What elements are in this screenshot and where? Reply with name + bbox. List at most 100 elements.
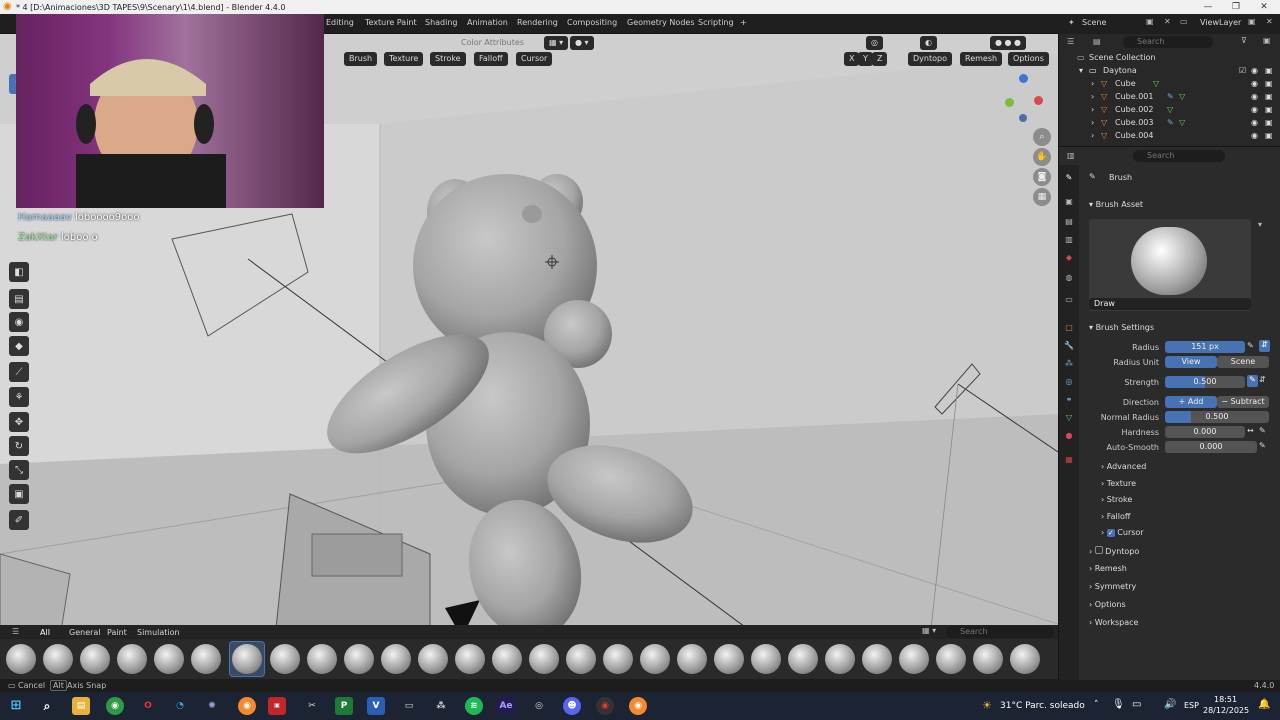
outliner-item-cube-001[interactable]: › ▽ Cube.001 ✎ ▽ ◉ ▣ <box>1059 92 1280 105</box>
rotate-tool-icon[interactable]: ↻ <box>9 436 29 456</box>
weather-text[interactable]: 31°C Parc. soleado <box>1000 701 1085 711</box>
pan-hand-icon[interactable]: ✋ <box>1033 148 1051 166</box>
fill-brush-icon[interactable] <box>344 644 374 674</box>
tab-compositing[interactable]: Compositing <box>567 18 617 27</box>
radius-pressure-toggle-icon[interactable]: ⇵ <box>1259 340 1270 352</box>
texture-tab-icon[interactable]: ▦ <box>1063 455 1075 467</box>
navigation-gizmo[interactable] <box>1000 74 1046 122</box>
expand-icon[interactable]: › <box>1091 131 1094 140</box>
cloth-brush-icon[interactable] <box>973 644 1003 674</box>
multiplane-scrape-brush-icon[interactable] <box>566 644 596 674</box>
cursor-checkbox-icon[interactable]: ✓ <box>1106 529 1115 537</box>
radius-unit-view[interactable]: View <box>1165 356 1217 368</box>
panel-options[interactable]: › Options <box>1089 600 1126 609</box>
delete-scene-icon[interactable]: ✕ <box>1164 17 1171 26</box>
view-object-types-icon[interactable]: ◎ <box>866 36 883 50</box>
notification-icon[interactable]: 🔔 <box>1258 699 1270 710</box>
crease-brush-icon[interactable] <box>154 644 184 674</box>
render-tab-icon[interactable]: ▣ <box>1063 197 1075 209</box>
scrape-brush-icon[interactable] <box>751 644 781 674</box>
shelf-tab-general[interactable]: General <box>69 628 101 637</box>
radius-unit-scene[interactable]: Scene <box>1217 356 1269 368</box>
neg-z-axis-icon[interactable] <box>1019 114 1027 122</box>
boundary-brush-icon[interactable] <box>936 644 966 674</box>
shelf-tab-paint[interactable]: Paint <box>107 628 127 637</box>
tab-animation[interactable]: Animation <box>467 18 508 27</box>
brush-settings-panel-header[interactable]: ▾ Brush Settings <box>1089 323 1154 332</box>
elastic-grab-brush-icon[interactable] <box>307 644 337 674</box>
pressure-icon[interactable]: ✎ <box>1247 341 1254 350</box>
delete-view-layer-icon[interactable]: ✕ <box>1266 17 1273 26</box>
material-tab-icon[interactable]: ● <box>1063 431 1075 443</box>
display-mode-icon[interactable]: ▤ <box>1093 37 1101 46</box>
texture-menu[interactable]: Texture <box>384 52 424 66</box>
new-scene-icon[interactable]: ▣ <box>1146 17 1154 26</box>
render-icon[interactable]: ▣ <box>1265 79 1273 88</box>
tab-texture-paint[interactable]: Texture Paint <box>365 18 417 27</box>
minimize-button[interactable]: — <box>1194 0 1222 14</box>
blender-active-icon[interactable]: ◉ <box>629 697 647 715</box>
auto-smooth-slider[interactable]: 0.000 <box>1165 441 1257 453</box>
modifier-tab-icon[interactable]: 🔧 <box>1063 341 1075 353</box>
expand-icon[interactable]: › <box>1091 118 1094 127</box>
pinch-brush-icon[interactable] <box>640 644 670 674</box>
outliner-collection-row[interactable]: ▾ ▭ Daytona ☑ ◉ ▣ <box>1059 66 1280 79</box>
outliner-scene-collection[interactable]: ▭ Scene Collection <box>1059 53 1280 66</box>
strength-slider[interactable]: 0.500 <box>1165 376 1245 388</box>
subpanel-texture[interactable]: › Texture <box>1101 479 1136 488</box>
smooth-brush-icon[interactable] <box>788 644 818 674</box>
brush-asset-panel-header[interactable]: ▾ Brush Asset <box>1089 200 1143 209</box>
obs-icon[interactable]: ◉ <box>596 697 614 715</box>
overlay-toggle-dropdown[interactable]: ● ▾ <box>570 36 594 50</box>
steam-icon[interactable]: ◎ <box>530 697 548 715</box>
trim-tool-icon[interactable]: ◆ <box>9 336 29 356</box>
clock-date[interactable]: 28/12/2025 <box>1203 706 1249 715</box>
outliner-item-cube[interactable]: › ▽ Cube ▽ ◉ ▣ <box>1059 79 1280 92</box>
falloff-menu[interactable]: Falloff <box>474 52 508 66</box>
panel-remesh[interactable]: › Remesh <box>1089 564 1127 573</box>
after-effects-icon[interactable]: Ae <box>497 697 515 715</box>
search-icon[interactable]: ⌕ <box>38 697 56 715</box>
outliner-item-cube-004[interactable]: › ▽ Cube.004 ◉ ▣ <box>1059 131 1280 144</box>
pose-brush-icon[interactable] <box>677 644 707 674</box>
render-icon[interactable]: ▣ <box>1265 118 1273 127</box>
subpanel-cursor[interactable]: › ✓ Cursor <box>1101 528 1144 537</box>
expand-icon[interactable]: › <box>1091 105 1094 114</box>
face-set-tool-icon[interactable]: ◉ <box>9 312 29 332</box>
thumb-brush-icon[interactable] <box>862 644 892 674</box>
view-layer-tab-icon[interactable]: ▥ <box>1063 235 1075 247</box>
z-axis-icon[interactable] <box>1019 74 1028 83</box>
y-axis-icon[interactable] <box>1005 98 1014 107</box>
render-icon[interactable]: ▣ <box>1265 92 1273 101</box>
panel-dyntopo[interactable]: › Dyntopo <box>1089 546 1139 556</box>
panel-workspace[interactable]: › Workspace <box>1089 618 1138 627</box>
nudge-brush-icon[interactable] <box>603 644 633 674</box>
draw-sharp-brush-icon[interactable] <box>270 644 300 674</box>
annotate-tool-icon[interactable]: ✐ <box>9 510 29 530</box>
output-tab-icon[interactable]: ▤ <box>1063 217 1075 229</box>
subpanel-falloff[interactable]: › Falloff <box>1101 512 1130 521</box>
chrome-icon[interactable]: ◉ <box>106 697 124 715</box>
subpanel-advanced[interactable]: › Advanced <box>1101 462 1146 471</box>
volume-icon[interactable]: 🔊 <box>1164 699 1176 710</box>
tab-shading[interactable]: Shading <box>425 18 458 27</box>
visibility-icon[interactable]: ◉ <box>1251 131 1258 140</box>
twist-brush-icon[interactable] <box>899 644 929 674</box>
symmetry-z-toggle[interactable]: Z <box>872 52 888 66</box>
outliner-item-cube-003[interactable]: › ▽ Cube.003 ✎ ▽ ◉ ▣ <box>1059 118 1280 131</box>
brush-menu[interactable]: Brush <box>344 52 378 66</box>
properties-search-input[interactable]: Search <box>1133 150 1225 162</box>
new-view-layer-icon[interactable]: ▣ <box>1248 17 1256 26</box>
screenshot-tool-icon[interactable]: ✂ <box>303 697 321 715</box>
tab-rendering[interactable]: Rendering <box>517 18 558 27</box>
direction-add-button[interactable]: + Add <box>1165 396 1217 408</box>
dyntopo-menu[interactable]: Dyntopo <box>908 52 952 66</box>
clay-brush-icon[interactable] <box>43 644 73 674</box>
mask-tool-icon[interactable]: ◧ <box>9 262 29 282</box>
line-project-tool-icon[interactable]: ⟋ <box>9 362 29 382</box>
flatten-brush-icon[interactable] <box>381 644 411 674</box>
filter-icon[interactable]: ⊽ <box>1241 36 1247 45</box>
face-set-brush-icon[interactable] <box>1010 644 1040 674</box>
notes-app-icon[interactable]: ▭ <box>400 697 418 715</box>
data-tab-icon[interactable]: ▽ <box>1063 413 1075 425</box>
